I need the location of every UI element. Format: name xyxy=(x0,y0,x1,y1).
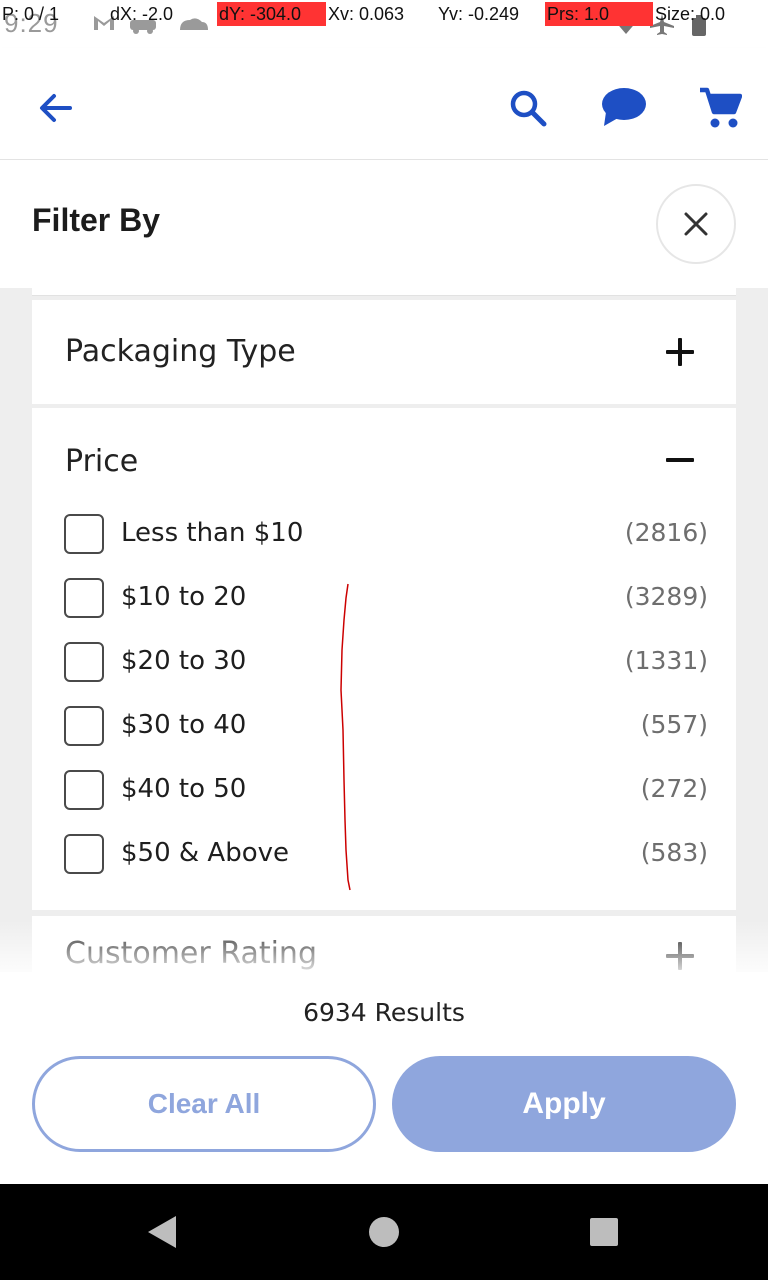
search-icon xyxy=(510,90,547,127)
price-option-count: (557) xyxy=(640,710,708,739)
price-option-label: $20 to 30 xyxy=(121,646,247,676)
back-arrow-icon xyxy=(40,94,72,122)
close-icon xyxy=(684,212,708,236)
cart-icon xyxy=(700,87,742,128)
price-option-label: $30 to 40 xyxy=(121,710,247,740)
price-option-label: $50 & Above xyxy=(121,838,290,868)
apply-button[interactable]: Apply xyxy=(392,1056,736,1152)
price-option-row[interactable]: $30 to 40 (557) xyxy=(64,702,708,750)
results-count: 6934 Results xyxy=(303,998,465,1027)
price-option-count: (2816) xyxy=(624,518,708,547)
section-price-label: Price xyxy=(65,444,139,479)
close-filter-button[interactable] xyxy=(656,184,736,264)
expand-plus-icon[interactable] xyxy=(664,336,696,368)
price-option-label: $40 to 50 xyxy=(121,774,247,804)
expand-plus-icon[interactable] xyxy=(664,940,696,972)
chat-icon xyxy=(602,88,646,126)
back-button[interactable] xyxy=(28,80,84,136)
price-option-count: (3289) xyxy=(624,582,708,611)
nav-back-icon[interactable] xyxy=(144,1212,184,1252)
debug-pressure: Prs: 1.0 xyxy=(545,2,653,26)
section-packaging-label: Packaging Type xyxy=(65,334,296,369)
previous-section-edge xyxy=(32,288,736,296)
debug-xv: Xv: 0.063 xyxy=(328,4,405,24)
price-checkbox[interactable] xyxy=(64,578,104,618)
app-bar xyxy=(0,48,768,160)
price-option-count: (1331) xyxy=(624,646,708,675)
price-option-label: $10 to 20 xyxy=(121,582,247,612)
price-checkbox[interactable] xyxy=(64,642,104,682)
filter-scroll-area[interactable]: Packaging Type Price Less than $10 (2816… xyxy=(0,288,768,972)
nav-recents-icon[interactable] xyxy=(584,1212,624,1252)
filter-title: Filter By xyxy=(32,202,161,238)
price-option-row[interactable]: Less than $10 (2816) xyxy=(64,510,708,558)
system-nav-bar xyxy=(0,1184,768,1280)
debug-size: Size: 0.0 xyxy=(655,4,726,24)
section-customer-rating[interactable]: Customer Rating xyxy=(32,916,736,972)
debug-dy: dY: -304.0 xyxy=(217,2,326,26)
price-checkbox[interactable] xyxy=(64,834,104,874)
price-option-row[interactable]: $50 & Above (583) xyxy=(64,830,708,878)
debug-yv: Yv: -0.249 xyxy=(438,4,520,24)
search-button[interactable] xyxy=(500,80,556,136)
chat-button[interactable] xyxy=(596,80,652,136)
price-checkbox[interactable] xyxy=(64,706,104,746)
debug-dx: dX: -2.0 xyxy=(110,4,174,24)
price-option-row[interactable]: $40 to 50 (272) xyxy=(64,766,708,814)
status-bar: 9:29 P: 0 / 1 dX: -2.0 dY: -304.0 Xv: 0.… xyxy=(0,0,768,48)
filter-action-panel: 6934 Results Clear All Apply xyxy=(0,972,768,1184)
price-option-row[interactable]: $10 to 20 (3289) xyxy=(64,574,708,622)
price-option-count: (272) xyxy=(640,774,708,803)
price-option-row[interactable]: $20 to 30 (1331) xyxy=(64,638,708,686)
debug-pointer: P: 0 / 1 xyxy=(2,4,60,24)
price-checkbox[interactable] xyxy=(64,514,104,554)
price-option-count: (583) xyxy=(640,838,708,867)
filter-header: Filter By xyxy=(0,160,768,288)
price-checkbox[interactable] xyxy=(64,770,104,810)
touch-trace-line xyxy=(340,583,351,891)
collapse-minus-icon[interactable] xyxy=(664,444,696,476)
cart-button[interactable] xyxy=(692,80,748,136)
nav-home-icon[interactable] xyxy=(364,1212,404,1252)
section-packaging-type[interactable]: Packaging Type xyxy=(32,300,736,404)
section-price: Price Less than $10 (2816) $10 to 20 (32… xyxy=(32,408,736,910)
clear-all-button[interactable]: Clear All xyxy=(32,1056,376,1152)
price-option-label: Less than $10 xyxy=(121,518,304,548)
section-rating-label: Customer Rating xyxy=(65,936,317,971)
